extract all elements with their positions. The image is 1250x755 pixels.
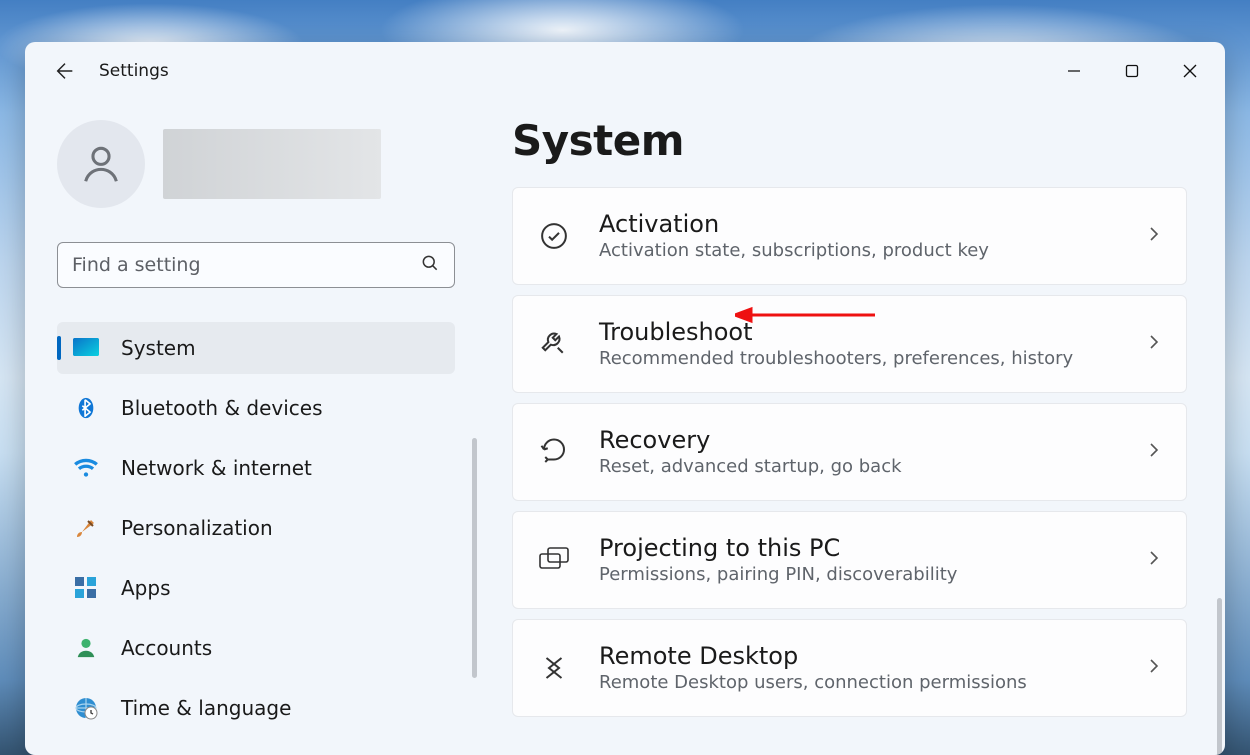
sidebar-item-label: Apps bbox=[121, 576, 171, 600]
card-recovery[interactable]: Recovery Reset, advanced startup, go bac… bbox=[512, 403, 1187, 501]
maximize-icon bbox=[1125, 64, 1139, 78]
back-button[interactable] bbox=[45, 51, 85, 91]
apps-icon bbox=[73, 575, 99, 601]
window-title: Settings bbox=[99, 61, 169, 81]
sidebar-item-accounts[interactable]: Accounts bbox=[57, 622, 455, 674]
chevron-right-icon bbox=[1146, 334, 1162, 354]
search-icon bbox=[420, 253, 440, 277]
window-controls bbox=[1045, 51, 1219, 91]
card-remote-desktop[interactable]: Remote Desktop Remote Desktop users, con… bbox=[512, 619, 1187, 717]
close-icon bbox=[1183, 64, 1197, 78]
minimize-icon bbox=[1067, 64, 1081, 78]
chevron-right-icon bbox=[1146, 226, 1162, 246]
avatar bbox=[57, 120, 145, 208]
content-area: System Bluetooth & devices Network & int… bbox=[25, 100, 1225, 755]
paintbrush-icon bbox=[73, 515, 99, 541]
settings-window: Settings bbox=[25, 42, 1225, 755]
profile-block[interactable] bbox=[57, 120, 480, 208]
card-subtitle: Reset, advanced startup, go back bbox=[599, 456, 1118, 477]
card-troubleshoot[interactable]: Troubleshoot Recommended troubleshooters… bbox=[512, 295, 1187, 393]
bluetooth-icon bbox=[73, 395, 99, 421]
card-subtitle: Recommended troubleshooters, preferences… bbox=[599, 348, 1118, 369]
activation-icon bbox=[537, 221, 571, 251]
card-title: Troubleshoot bbox=[599, 319, 1118, 345]
time-language-icon bbox=[73, 695, 99, 721]
system-icon bbox=[73, 335, 99, 361]
chevron-right-icon bbox=[1146, 658, 1162, 678]
remote-desktop-icon bbox=[537, 653, 571, 683]
sidebar-item-system[interactable]: System bbox=[57, 322, 455, 374]
account-name-redacted bbox=[163, 129, 381, 199]
wifi-icon bbox=[73, 455, 99, 481]
maximize-button[interactable] bbox=[1103, 51, 1161, 91]
card-title: Remote Desktop bbox=[599, 643, 1118, 669]
search-box[interactable] bbox=[57, 242, 455, 288]
sidebar-item-label: Time & language bbox=[121, 696, 291, 720]
sidebar-scrollbar[interactable] bbox=[472, 438, 477, 678]
sidebar-item-bluetooth[interactable]: Bluetooth & devices bbox=[57, 382, 455, 434]
person-icon bbox=[78, 141, 124, 187]
sidebar-item-time-language[interactable]: Time & language bbox=[57, 682, 455, 734]
card-subtitle: Activation state, subscriptions, product… bbox=[599, 240, 1118, 261]
card-title: Activation bbox=[599, 211, 1118, 237]
sidebar-item-personalization[interactable]: Personalization bbox=[57, 502, 455, 554]
card-projecting[interactable]: Projecting to this PC Permissions, pairi… bbox=[512, 511, 1187, 609]
main-panel: System Activation Activation state, subs… bbox=[500, 100, 1225, 755]
recovery-icon bbox=[537, 437, 571, 467]
sidebar-item-apps[interactable]: Apps bbox=[57, 562, 455, 614]
minimize-button[interactable] bbox=[1045, 51, 1103, 91]
accounts-icon bbox=[73, 635, 99, 661]
page-title: System bbox=[512, 116, 1187, 165]
projecting-icon bbox=[537, 546, 571, 574]
troubleshoot-icon bbox=[537, 329, 571, 359]
close-button[interactable] bbox=[1161, 51, 1219, 91]
card-title: Recovery bbox=[599, 427, 1118, 453]
back-arrow-icon bbox=[54, 60, 76, 82]
chevron-right-icon bbox=[1146, 550, 1162, 570]
sidebar-item-label: System bbox=[121, 336, 196, 360]
card-activation[interactable]: Activation Activation state, subscriptio… bbox=[512, 187, 1187, 285]
sidebar-item-label: Personalization bbox=[121, 516, 273, 540]
sidebar: System Bluetooth & devices Network & int… bbox=[25, 100, 500, 755]
sidebar-item-label: Accounts bbox=[121, 636, 212, 660]
card-title: Projecting to this PC bbox=[599, 535, 1118, 561]
chevron-right-icon bbox=[1146, 442, 1162, 462]
settings-cards: Activation Activation state, subscriptio… bbox=[512, 187, 1187, 717]
sidebar-item-label: Bluetooth & devices bbox=[121, 396, 323, 420]
titlebar: Settings bbox=[25, 42, 1225, 100]
card-subtitle: Permissions, pairing PIN, discoverabilit… bbox=[599, 564, 1118, 585]
search-input[interactable] bbox=[72, 254, 420, 276]
sidebar-nav: System Bluetooth & devices Network & int… bbox=[57, 322, 455, 734]
main-scrollbar[interactable] bbox=[1217, 598, 1222, 755]
card-subtitle: Remote Desktop users, connection permiss… bbox=[599, 672, 1118, 693]
sidebar-item-network[interactable]: Network & internet bbox=[57, 442, 455, 494]
sidebar-item-label: Network & internet bbox=[121, 456, 312, 480]
